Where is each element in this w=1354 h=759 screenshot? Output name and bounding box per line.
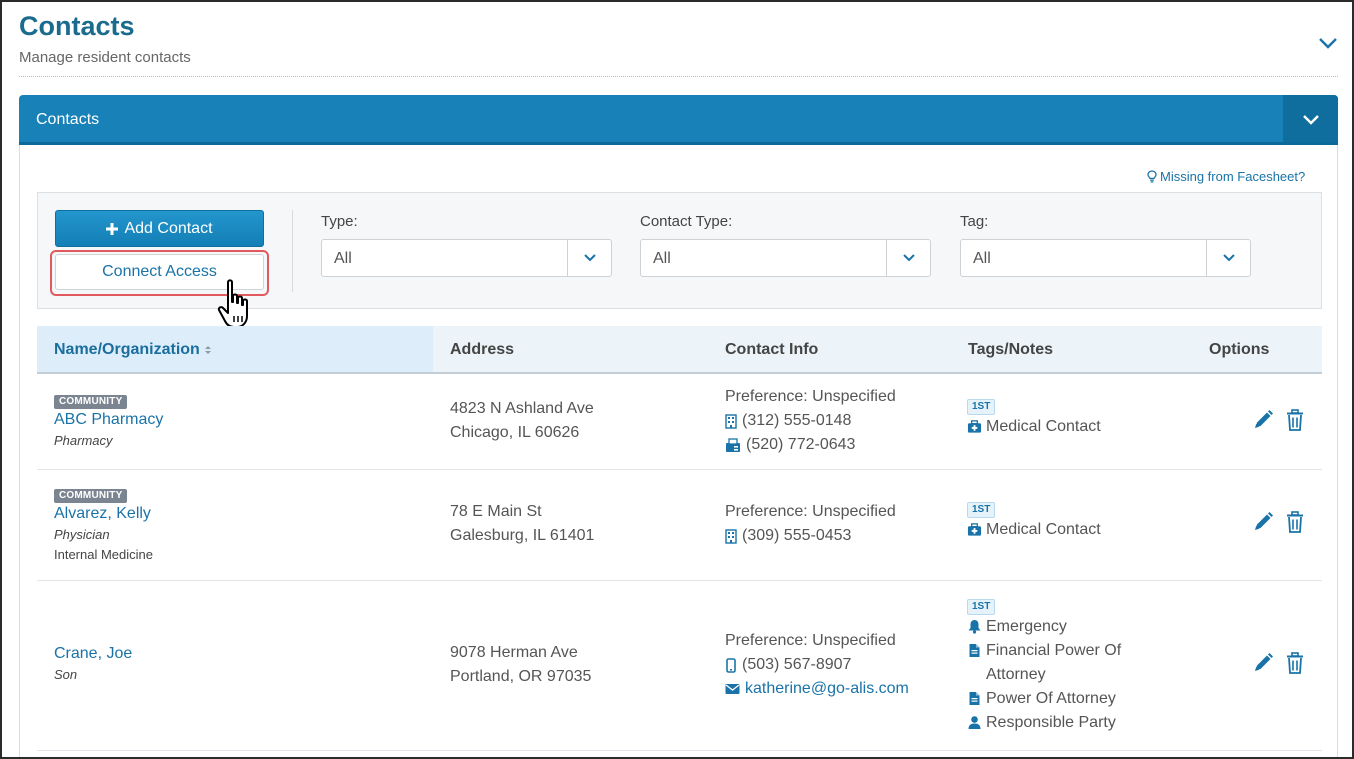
page-subtitle: Manage resident contacts xyxy=(19,49,191,66)
contact-name-link[interactable]: Crane, Joe xyxy=(54,643,132,665)
document-icon xyxy=(969,692,980,705)
fax-number: (520) 772-0643 xyxy=(746,436,856,453)
first-contact-badge: 1ST xyxy=(967,599,996,615)
collapse-chevron-icon[interactable] xyxy=(1317,35,1339,51)
table-row: COMMUNITY ABC Pharmacy Pharmacy 4823 N A… xyxy=(37,374,1322,470)
address-line-1: 4823 N Ashland Ave xyxy=(450,400,594,417)
trash-icon[interactable] xyxy=(1284,652,1306,674)
table-row: COMMUNITY Alvarez, Kelly Physician Inter… xyxy=(37,470,1322,581)
tag-filter-select[interactable]: All xyxy=(960,239,1251,277)
building-icon xyxy=(725,413,737,429)
contact-name-link[interactable]: Alvarez, Kelly xyxy=(54,503,153,525)
contact-specialty: Internal Medicine xyxy=(54,547,153,562)
tag-filter-label: Tag: xyxy=(960,213,989,230)
chevron-down-icon xyxy=(902,254,915,262)
first-contact-badge: 1ST xyxy=(967,502,996,518)
column-header-name[interactable]: Name/Organization xyxy=(54,341,212,359)
panel-title: Contacts xyxy=(36,111,100,128)
medical-kit-icon xyxy=(967,420,982,433)
tag-filter-value: All xyxy=(973,250,991,267)
email-link[interactable]: katherine@go-alis.com xyxy=(745,677,909,701)
phone-number: (503) 567-8907 xyxy=(742,656,852,673)
column-header-contact-info[interactable]: Contact Info xyxy=(725,341,818,359)
document-icon xyxy=(969,644,980,657)
fax-icon xyxy=(726,437,740,452)
tag-label: Financial Power Of Attorney xyxy=(986,642,1122,683)
hand-pointer-cursor-icon xyxy=(217,279,248,328)
table-header: Name/Organization Address Contact Info T… xyxy=(37,326,1322,374)
address-line-1: 9078 Herman Ave xyxy=(450,644,578,661)
panel-toggle-button[interactable] xyxy=(1283,95,1338,142)
column-header-options: Options xyxy=(1209,341,1270,358)
sort-icon xyxy=(204,346,211,354)
edit-pencil-icon[interactable] xyxy=(1252,409,1274,431)
tag-label: Emergency xyxy=(986,618,1067,635)
tag-label: Power Of Attorney xyxy=(986,690,1116,707)
envelope-icon xyxy=(725,684,740,694)
missing-from-facesheet-link[interactable]: Missing from Facesheet? xyxy=(1147,169,1305,184)
lightbulb-icon xyxy=(1147,170,1157,183)
address-line-1: 78 E Main St xyxy=(450,503,542,520)
column-header-tags-notes[interactable]: Tags/Notes xyxy=(968,341,1053,359)
tag-label: Responsible Party xyxy=(986,714,1116,731)
edit-pencil-icon[interactable] xyxy=(1252,511,1274,533)
tag-label: Medical Contact xyxy=(986,418,1101,435)
contact-role: Son xyxy=(54,667,78,682)
address-line-2: Portland, OR 97035 xyxy=(450,668,592,685)
tag-label: Medical Contact xyxy=(986,521,1101,538)
header-divider xyxy=(19,76,1338,77)
plus-icon xyxy=(106,222,119,235)
type-filter-select[interactable]: All xyxy=(321,239,612,277)
community-badge: COMMUNITY xyxy=(54,489,128,503)
contact-preference: Preference: Unspecified xyxy=(725,632,896,649)
contact-type-filter-label: Contact Type: xyxy=(640,213,733,230)
chevron-down-icon xyxy=(583,254,596,262)
add-contact-button[interactable]: Add Contact xyxy=(55,210,264,247)
medical-kit-icon xyxy=(967,523,982,536)
community-badge: COMMUNITY xyxy=(54,395,128,409)
address-line-2: Chicago, IL 60626 xyxy=(450,424,580,441)
contact-name-link[interactable]: ABC Pharmacy xyxy=(54,409,163,431)
contact-preference: Preference: Unspecified xyxy=(725,503,896,520)
column-header-address[interactable]: Address xyxy=(450,341,514,359)
user-icon xyxy=(968,716,981,729)
phone-number: (309) 555-0453 xyxy=(742,527,852,544)
missing-link-label: Missing from Facesheet? xyxy=(1160,169,1306,184)
toolbar-divider xyxy=(292,210,293,292)
bell-icon xyxy=(968,620,981,634)
table-row: Crane, Joe Son 9078 Herman Ave Portland,… xyxy=(37,581,1322,751)
contact-type-filter-value: All xyxy=(653,250,671,267)
edit-pencil-icon[interactable] xyxy=(1252,652,1274,674)
contact-role: Physician xyxy=(54,527,110,542)
add-contact-label: Add Contact xyxy=(124,219,213,237)
type-filter-label: Type: xyxy=(321,213,358,230)
type-filter-value: All xyxy=(334,250,352,267)
contact-type-filter-select[interactable]: All xyxy=(640,239,931,277)
phone-number: (312) 555-0148 xyxy=(742,412,852,429)
trash-icon[interactable] xyxy=(1284,409,1306,431)
chevron-down-icon xyxy=(1302,114,1319,125)
contact-role: Pharmacy xyxy=(54,433,113,448)
building-icon xyxy=(725,528,737,544)
mobile-icon xyxy=(726,657,736,673)
contact-preference: Preference: Unspecified xyxy=(725,388,896,405)
contacts-panel-header: Contacts xyxy=(19,95,1338,145)
app-frame: Contacts Manage resident contacts Contac… xyxy=(0,0,1354,759)
chevron-down-icon xyxy=(1222,254,1235,262)
trash-icon[interactable] xyxy=(1284,511,1306,533)
page-title: Contacts xyxy=(19,11,135,41)
first-contact-badge: 1ST xyxy=(967,399,996,415)
address-line-2: Galesburg, IL 61401 xyxy=(450,527,595,544)
